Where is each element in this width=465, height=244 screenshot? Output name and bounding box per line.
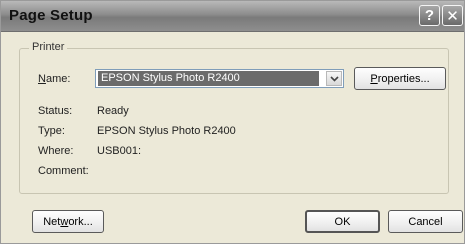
properties-button[interactable]: Properties...: [354, 67, 446, 90]
network-prefix: Net: [43, 215, 61, 228]
where-label: Where:: [38, 145, 74, 157]
network-accel: w: [60, 215, 69, 228]
printer-name-selected: EPSON Stylus Photo R2400: [98, 71, 319, 86]
name-label-rest: ame:: [45, 73, 71, 85]
network-button[interactable]: Net w ork...: [32, 210, 104, 233]
title-bar[interactable]: Page Setup ? ✕: [1, 1, 464, 32]
network-rest: ork...: [68, 215, 93, 228]
name-label-accel: N: [38, 73, 46, 85]
status-value: Ready: [97, 105, 129, 117]
printer-name-combobox[interactable]: EPSON Stylus Photo R2400: [95, 69, 344, 88]
dialog-title: Page Setup: [9, 7, 93, 24]
properties-rest: roperties...: [377, 72, 430, 85]
comment-label: Comment:: [38, 165, 89, 177]
cancel-button[interactable]: Cancel: [388, 210, 463, 233]
type-value: EPSON Stylus Photo R2400: [97, 125, 236, 137]
printer-group-label: Printer: [29, 41, 68, 53]
name-label: Name:: [38, 73, 70, 85]
chevron-down-icon[interactable]: [326, 71, 342, 86]
close-glyph: ✕: [446, 7, 459, 25]
ok-button[interactable]: OK: [305, 210, 380, 233]
help-icon[interactable]: ?: [419, 5, 440, 26]
properties-accel: P: [370, 72, 378, 85]
help-glyph: ?: [424, 7, 435, 24]
status-label: Status:: [38, 105, 73, 117]
page-setup-dialog: Page Setup ? ✕ Printer Name: EPSON Stylu…: [0, 0, 465, 244]
type-label: Type:: [38, 125, 65, 137]
where-value: USB001:: [97, 145, 142, 157]
chevron-down-glyph: [329, 75, 339, 82]
close-icon[interactable]: ✕: [442, 5, 463, 26]
